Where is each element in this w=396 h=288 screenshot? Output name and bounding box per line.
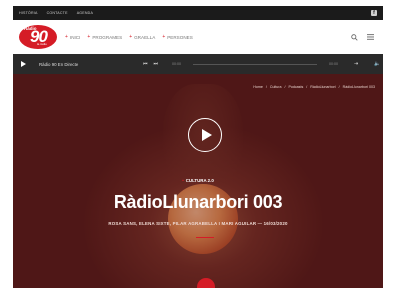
next-icon[interactable]: ⏭ bbox=[154, 61, 159, 67]
breadcrumb-item[interactable]: RàdioLlunarbori bbox=[310, 85, 335, 89]
player-time-total: 00:00 bbox=[329, 62, 339, 66]
play-episode-button[interactable] bbox=[188, 118, 222, 152]
main-nav: + INICI + PROGRAMES + GRAELLA + PERSONES bbox=[65, 34, 200, 40]
topbar-link-contacte[interactable]: CONTACTE bbox=[47, 11, 68, 15]
nav-item-programes[interactable]: + PROGRAMES bbox=[87, 34, 122, 40]
search-icon[interactable] bbox=[350, 33, 359, 42]
breadcrumb-current: RàdioLlunarbori 003 bbox=[342, 85, 375, 89]
play-icon[interactable] bbox=[13, 54, 33, 74]
topbar-link-agenda[interactable]: AGENDA bbox=[77, 11, 93, 15]
episode-byline: ROSA SANS, ELENA SIXTE, PILAR AGRABELLA … bbox=[108, 221, 288, 226]
title-divider bbox=[196, 237, 214, 238]
nav-item-inici[interactable]: + INICI bbox=[65, 34, 80, 40]
breadcrumb-item[interactable]: Cultura bbox=[270, 85, 282, 89]
breadcrumb-item[interactable]: Home bbox=[253, 85, 263, 89]
nav-item-graella[interactable]: + GRAELLA bbox=[129, 34, 155, 40]
facebook-icon[interactable]: f bbox=[371, 10, 377, 16]
progress-track[interactable] bbox=[193, 63, 318, 65]
topbar-link-historia[interactable]: HISTÒRIA bbox=[19, 11, 38, 15]
nav-item-persones[interactable]: + PERSONES bbox=[162, 34, 192, 40]
top-bar: HISTÒRIA CONTACTE AGENDA f bbox=[13, 6, 383, 20]
live-player: Ràdio 90 En Directe ⏮ ⏭ 00:00 00:00 ⇥ 🔈 bbox=[13, 54, 383, 74]
menu-icon[interactable] bbox=[366, 33, 375, 42]
volume-icon[interactable]: 🔈 bbox=[374, 61, 380, 67]
breadcrumb-item[interactable]: Podcasts bbox=[288, 85, 303, 89]
category-label[interactable]: • CULTURA 2.0 bbox=[13, 178, 383, 183]
radio90-logo[interactable]: Ràdio 90 la ràdio bbox=[19, 23, 57, 51]
hero-banner: Home / Cultura / Podcasts / RàdioLlunarbori… bbox=[13, 74, 383, 288]
prev-icon[interactable]: ⏮ bbox=[143, 61, 148, 67]
share-icon[interactable]: ⇥ bbox=[354, 61, 358, 67]
breadcrumb: Home / Cultura / Podcasts / RàdioLlunarbori… bbox=[253, 85, 375, 89]
player-time-current: 00:00 bbox=[172, 62, 182, 66]
player-title: Ràdio 90 En Directe bbox=[39, 61, 79, 67]
site-header: Ràdio 90 la ràdio + INICI + PROGRAMES + GRA… bbox=[13, 20, 383, 54]
episode-title: RàdioLlunarbori 003 bbox=[113, 192, 283, 212]
